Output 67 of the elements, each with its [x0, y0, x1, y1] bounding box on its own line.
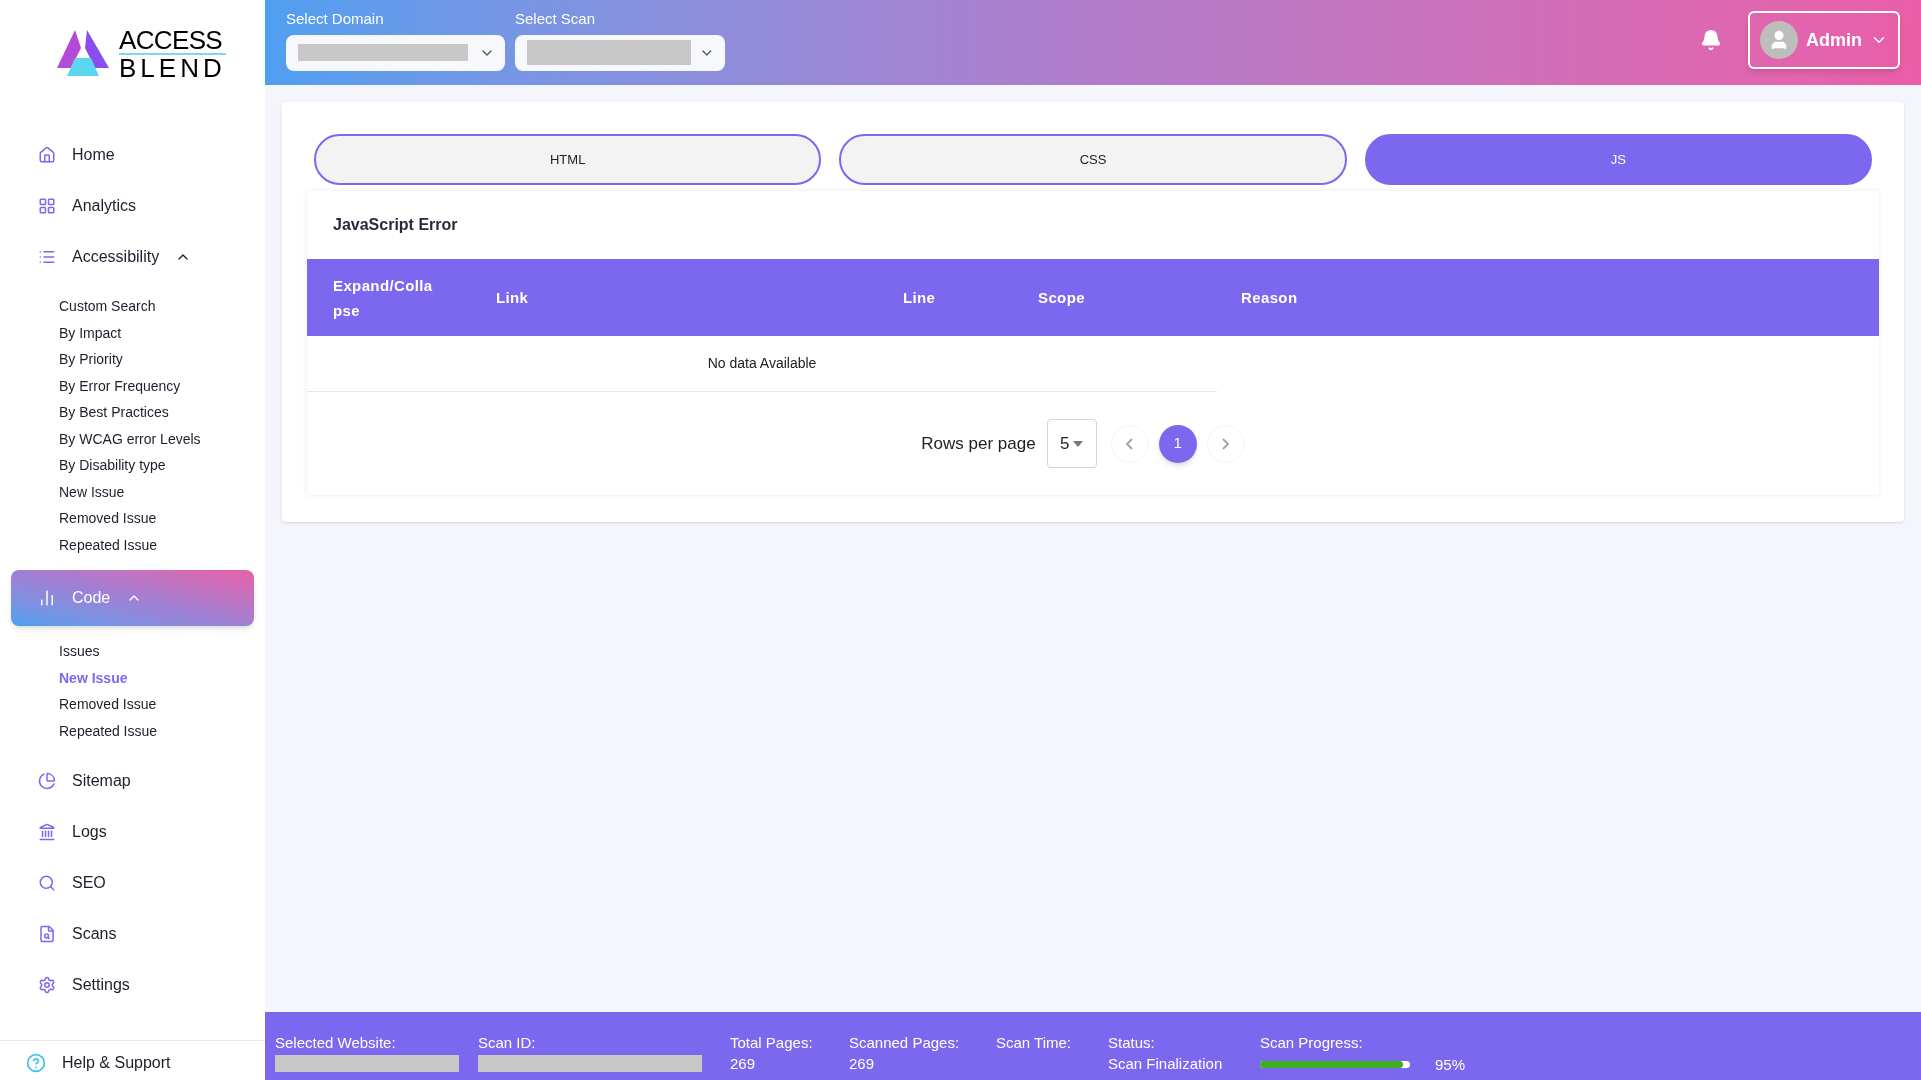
status-label: Scan Time:	[996, 1033, 1073, 1053]
file-search-icon	[38, 924, 56, 943]
select-dropdown[interactable]	[286, 34, 505, 71]
status-value: 269	[730, 1054, 757, 1074]
nav-item[interactable]: Home	[0, 130, 265, 179]
nav-item[interactable]: Sitemap	[0, 756, 265, 805]
bar-chart-icon	[38, 589, 56, 607]
select-dropdown[interactable]	[515, 34, 725, 71]
nav-item[interactable]: SEO	[0, 858, 265, 907]
pie-chart-icon	[38, 771, 56, 790]
home-icon	[38, 145, 56, 164]
column-header: Scope	[1038, 288, 1086, 308]
help-icon	[26, 1053, 46, 1073]
rows-per-page-select[interactable]: 5	[1046, 419, 1097, 468]
tab[interactable]: CSS	[839, 134, 1347, 185]
nav-subitem[interactable]: By Disability type	[59, 452, 265, 479]
nav-item[interactable]: Settings	[0, 960, 265, 1009]
nav-item[interactable]: Analytics	[0, 181, 265, 230]
tab[interactable]: HTML	[314, 134, 822, 185]
grid-icon	[38, 196, 56, 215]
column-header: Expand/Colla pse	[333, 275, 434, 321]
nav-subitem[interactable]: Repeated Issue	[59, 717, 265, 744]
nav-subitem[interactable]: Repeated Issue	[59, 531, 265, 558]
brand-name: BLEND	[119, 55, 226, 81]
nav-subitem[interactable]: Removed Issue	[59, 691, 265, 718]
nav-subitem[interactable]: New Issue	[59, 664, 265, 691]
caret-down-icon	[1073, 440, 1084, 447]
bell-icon[interactable]	[1700, 29, 1722, 51]
nav-subitem[interactable]: By Best Practices	[59, 399, 265, 426]
rows-per-page-label: Rows per page	[921, 432, 1036, 455]
brand-name: ACCESS	[119, 27, 226, 55]
nav-subitem[interactable]: New Issue	[59, 478, 265, 505]
nav-subitem[interactable]: Custom Search	[59, 293, 265, 320]
status-value: 269	[849, 1054, 876, 1074]
nav-item[interactable]: Accessibility	[0, 232, 265, 281]
search-icon	[38, 873, 56, 892]
status-value: 95%	[1435, 1055, 1466, 1075]
status-label: Scan ID:	[478, 1033, 537, 1053]
help-support-link[interactable]: Help & Support	[62, 1051, 171, 1075]
status-label: Scanned Pages:	[849, 1033, 961, 1053]
select-label: Select Scan	[515, 9, 597, 29]
nav-subitem[interactable]: Removed Issue	[59, 505, 265, 532]
chevron-left-icon	[1126, 437, 1134, 450]
nav-subitem[interactable]: Issues	[59, 638, 265, 665]
nav-subitem[interactable]: By Error Frequency	[59, 372, 265, 399]
nav-subitem[interactable]: By Priority	[59, 346, 265, 373]
chevron-right-icon	[1222, 437, 1230, 450]
nav-subitem[interactable]: By Impact	[59, 319, 265, 346]
column-header: Reason	[1241, 288, 1299, 308]
bank-icon	[38, 822, 56, 841]
nav-subitem[interactable]: By WCAG error Levels	[59, 425, 265, 452]
status-label: Status:	[1108, 1033, 1156, 1053]
nav-item[interactable]: Logs	[0, 807, 265, 856]
status-label: Scan Progress:	[1260, 1033, 1364, 1053]
status-label: Selected Website:	[275, 1033, 397, 1053]
page-button[interactable]: 1	[1158, 424, 1197, 463]
empty-table-message: No data Available	[707, 354, 817, 373]
status-label: Total Pages:	[730, 1033, 814, 1053]
status-value: Scan Finalization	[1108, 1054, 1224, 1074]
column-header: Link	[496, 288, 530, 308]
column-header: Line	[903, 288, 937, 308]
settings-icon	[38, 975, 56, 994]
table-title: JavaScript Error	[332, 215, 459, 235]
avatar-icon	[1760, 21, 1798, 59]
nav-item[interactable]: Scans	[0, 909, 265, 958]
select-label: Select Domain	[286, 9, 385, 29]
tab[interactable]: JS	[1364, 134, 1872, 185]
